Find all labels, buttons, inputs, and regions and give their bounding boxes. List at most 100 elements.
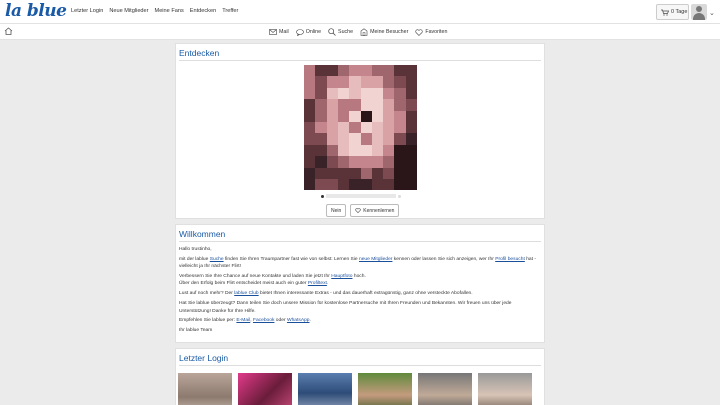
no-button[interactable]: Nein (326, 204, 347, 217)
photo-pixel (394, 144, 407, 157)
photo-pixel (360, 110, 373, 123)
photo-pixel (394, 167, 407, 180)
link-profiltext[interactable]: Profiltext (308, 281, 327, 286)
days-label: 0 Tage (671, 9, 688, 15)
signature: Ihr lablue Team (179, 328, 213, 334)
photo-pixel (337, 156, 350, 169)
photo-pixel (337, 65, 350, 77)
chat-bubble-icon (295, 28, 304, 36)
photo-pixel (349, 122, 361, 134)
photo-pixel (326, 156, 339, 169)
photo-pixel (326, 179, 339, 190)
member-thumbnail[interactable] (298, 373, 352, 405)
link-neue-mitglieder[interactable]: neue Mitglieder (359, 257, 392, 262)
photo-pixel (383, 144, 395, 157)
photo-pixel (349, 87, 361, 100)
subnav-favoriten[interactable]: Favoriten (415, 28, 447, 36)
photo-pixel (405, 122, 417, 134)
link-facebook[interactable]: Facebook (253, 318, 274, 323)
photo-pixel (371, 179, 384, 190)
member-thumbnail[interactable] (178, 373, 232, 405)
photo-pixel (337, 133, 350, 146)
cart-days-button[interactable]: 0 Tage (656, 4, 689, 20)
photo-pixel (405, 87, 417, 100)
photo-pixel (394, 156, 407, 169)
member-thumbnail[interactable] (238, 373, 292, 405)
photo-pixel (405, 179, 417, 190)
photo-pixel (326, 167, 339, 180)
link-lablue-club[interactable]: lablue Club (234, 291, 258, 296)
meet-button[interactable]: Kennenlernen (350, 204, 400, 217)
top-nav: Letzter Login Neue Mitglieder Meine Fans… (71, 8, 238, 14)
chevron-down-icon[interactable]: ⌄ (709, 9, 715, 17)
photo-pixel (371, 156, 384, 169)
search-icon (328, 28, 336, 36)
link-hauptfoto[interactable]: Hauptfoto (331, 274, 352, 279)
photo-pixel (383, 110, 395, 123)
photo-pixel (360, 99, 373, 112)
link-email[interactable]: E-Mail (236, 318, 250, 323)
photo-pixel (337, 99, 350, 112)
visitors-icon (360, 28, 368, 36)
nav-neue-mitglieder[interactable]: Neue Mitglieder (109, 8, 148, 14)
photo-pixel (383, 179, 395, 190)
photo-pixel (337, 110, 350, 123)
photo-pixel (383, 87, 395, 100)
photo-pixel (315, 99, 328, 112)
pager-dot[interactable] (398, 194, 401, 198)
photo-pixel (394, 65, 407, 77)
photo-pixel (371, 65, 384, 77)
member-thumbnail[interactable] (418, 373, 472, 405)
photo-pixel (394, 99, 407, 112)
photo-pixel (383, 76, 395, 89)
welcome-paragraph-3: Über den Erfolg beim Flirt entscheidet m… (179, 281, 329, 287)
subnav-meine-besucher[interactable]: Meine Besucher (360, 28, 408, 36)
photo-pixel (394, 122, 407, 134)
logo[interactable]: la blue (5, 1, 67, 21)
photo-pixel (326, 87, 339, 100)
photo-pixel (326, 76, 339, 89)
subnav-online[interactable]: Online (295, 28, 321, 36)
last-login-panel: Letzter Login (175, 348, 545, 405)
welcome-paragraph-6: Empfehlen Sie lablue per: E-Mail, Facebo… (179, 318, 311, 324)
sub-nav: Mail Online Suche Meine Besucher Favorit… (269, 28, 447, 36)
discover-actions: Nein Kennenlernen (326, 204, 400, 217)
welcome-panel: Willkommen Hallo trustinho, mit der labl… (175, 224, 545, 343)
profile-photo[interactable] (304, 65, 417, 190)
greeting: Hallo trustinho, (179, 247, 212, 252)
link-profil-besucht[interactable]: Profil besucht (495, 257, 525, 262)
nav-treffer[interactable]: Treffer (222, 8, 238, 14)
nav-entdecken[interactable]: Entdecken (190, 8, 216, 14)
discover-panel: Entdecken Nein Kennenlernen (175, 43, 545, 219)
photo-pixel (383, 133, 395, 146)
link-suche[interactable]: Suche (210, 257, 224, 262)
photo-pixel (383, 156, 395, 169)
photo-pixel (360, 87, 373, 100)
photo-pixel (349, 76, 361, 89)
heart-icon (355, 208, 361, 213)
photo-pixel (383, 99, 395, 112)
nav-meine-fans[interactable]: Meine Fans (155, 8, 184, 14)
member-thumbnail[interactable] (478, 373, 532, 405)
photo-pixel (315, 76, 328, 89)
photo-pixel (304, 122, 316, 134)
welcome-paragraph-2: Verbessern Sie Ihre Chance auf neue Kont… (179, 274, 366, 280)
photo-pixel (371, 133, 384, 146)
user-avatar[interactable] (691, 4, 707, 20)
home-icon[interactable] (4, 27, 13, 37)
link-whatsapp[interactable]: WhatsApp (287, 318, 310, 323)
photo-pixel (405, 65, 417, 77)
photo-pixel (371, 144, 384, 157)
photo-pixel (315, 156, 328, 169)
photo-pixel (349, 179, 361, 190)
pager-dot-active[interactable] (321, 194, 324, 198)
nav-letzter-login[interactable]: Letzter Login (71, 8, 103, 14)
photo-pixel (383, 122, 395, 134)
subnav-suche[interactable]: Suche (328, 28, 353, 36)
blurred-profile-name (326, 194, 396, 198)
photo-pixel (315, 144, 328, 157)
photo-pixel (326, 110, 339, 123)
subnav-mail[interactable]: Mail (269, 28, 289, 36)
photo-pixel (304, 76, 316, 89)
member-thumbnail[interactable] (358, 373, 412, 405)
